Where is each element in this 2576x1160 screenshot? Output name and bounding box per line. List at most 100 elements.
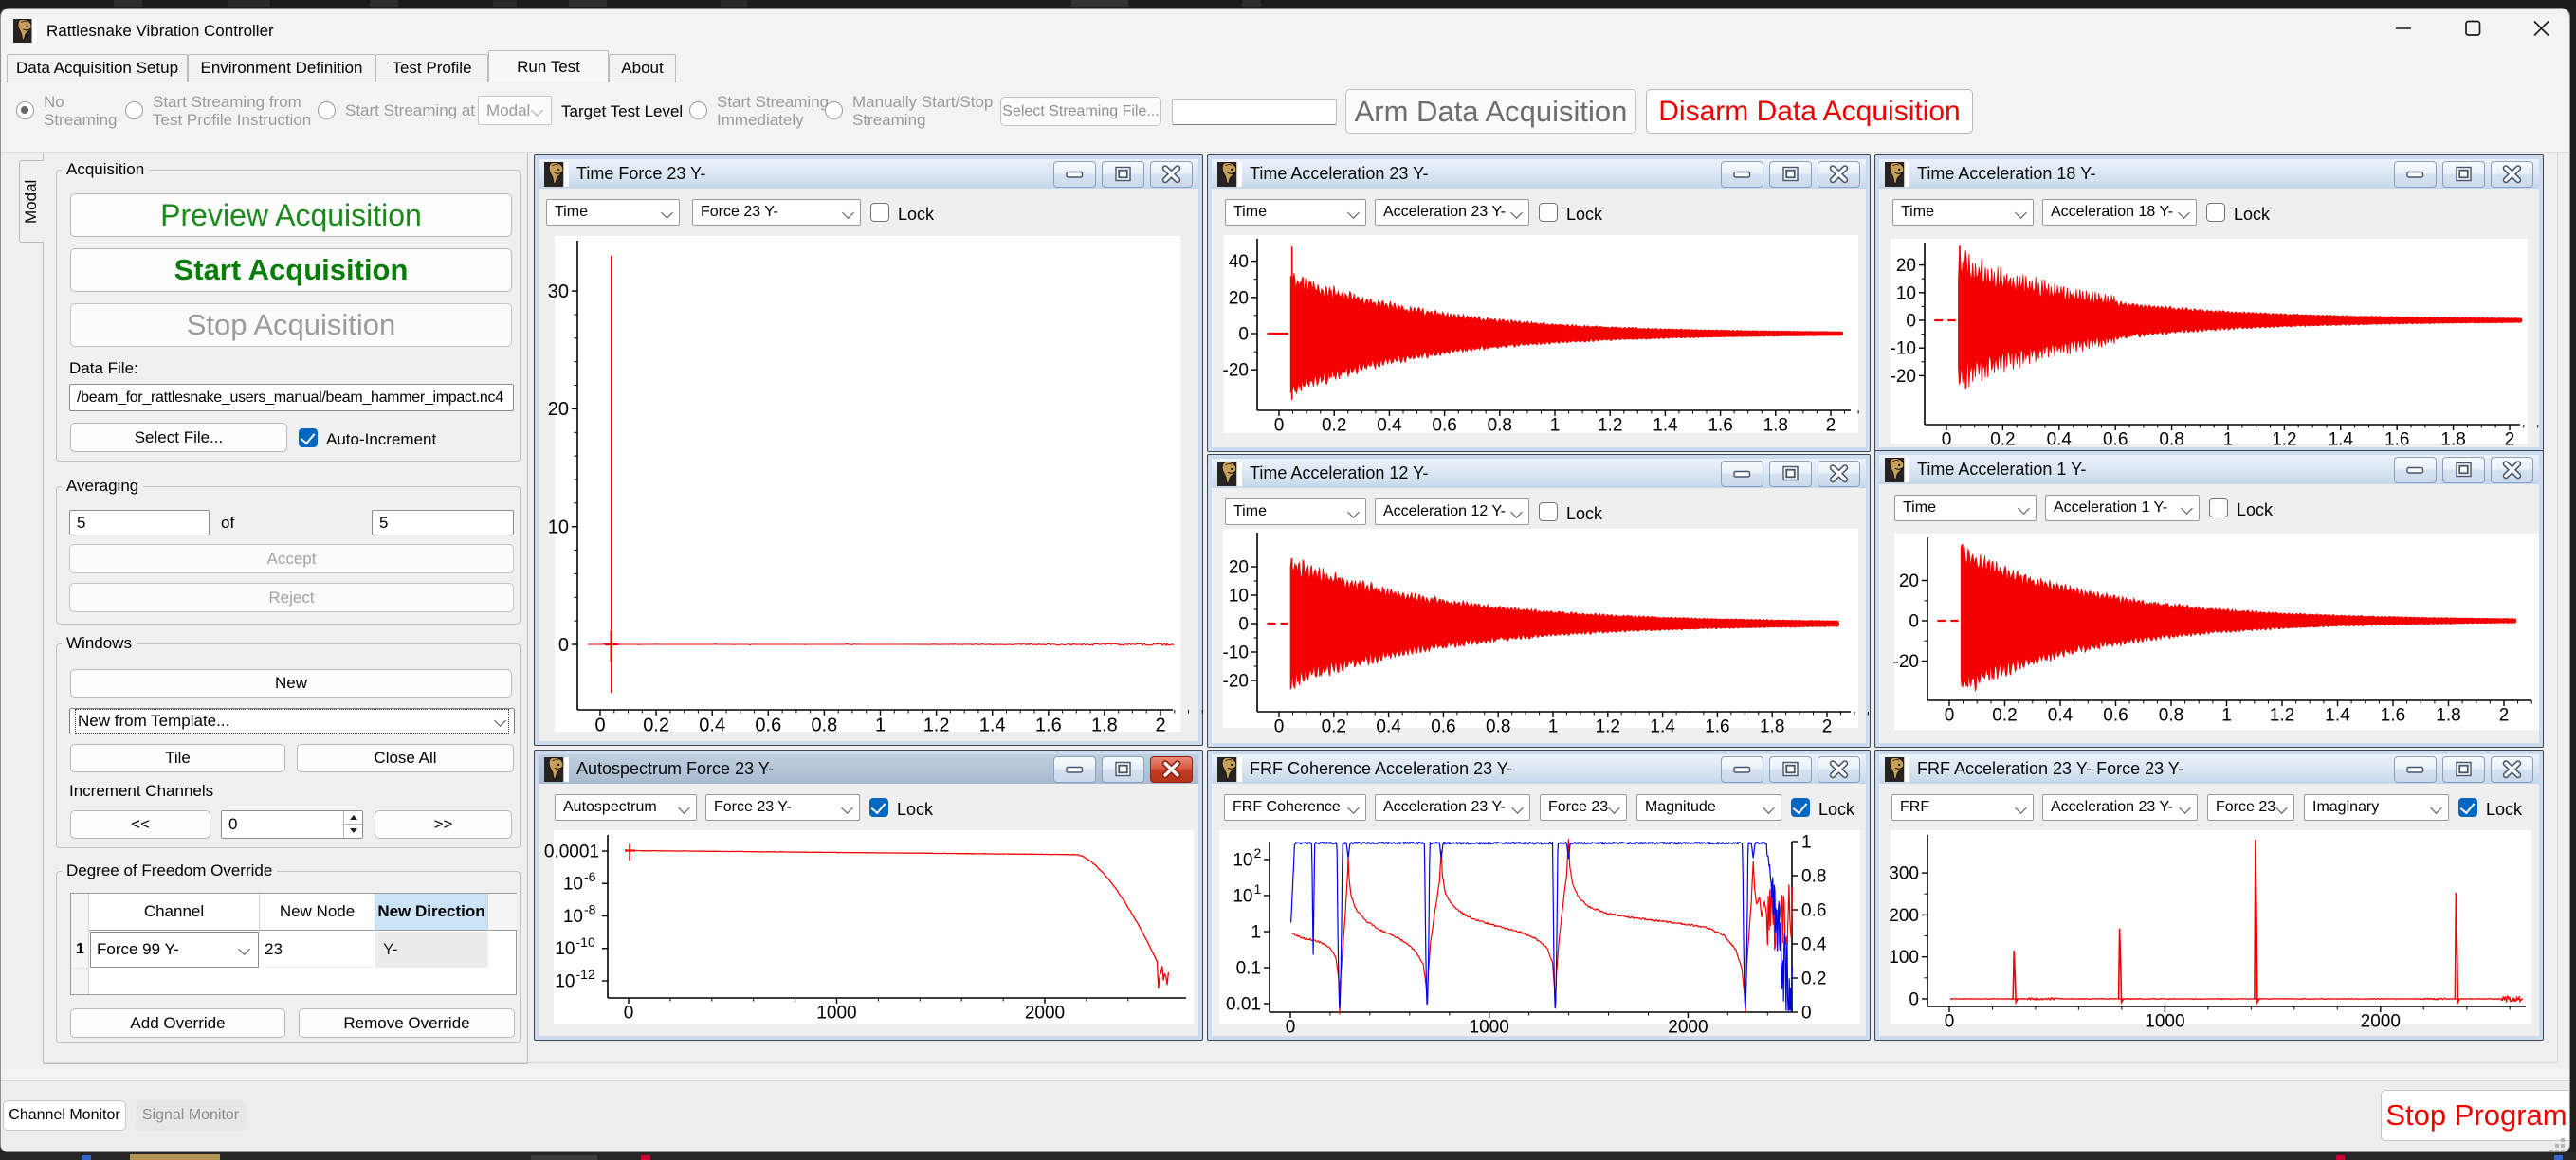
- svg-text:1: 1: [875, 715, 886, 735]
- svg-text:0: 0: [1238, 325, 1249, 345]
- svg-text:0.2: 0.2: [1990, 430, 2015, 450]
- svg-text:1: 1: [1801, 833, 1812, 853]
- svg-text:0: 0: [1909, 612, 1919, 632]
- svg-text:-8: -8: [584, 902, 596, 917]
- svg-text:20: 20: [548, 399, 569, 420]
- svg-text:0: 0: [1274, 717, 1285, 737]
- svg-text:1.2: 1.2: [1596, 717, 1620, 737]
- svg-text:0.2: 0.2: [643, 715, 669, 735]
- svg-text:1.4: 1.4: [2329, 430, 2354, 450]
- svg-text:1.8: 1.8: [1760, 717, 1784, 737]
- svg-text:0.4: 0.4: [699, 715, 725, 735]
- svg-text:0.4: 0.4: [2048, 706, 2074, 726]
- svg-text:2: 2: [1822, 717, 1833, 737]
- svg-text:10: 10: [1896, 283, 1916, 303]
- svg-text:2000: 2000: [1668, 1018, 1708, 1038]
- svg-text:0.8: 0.8: [2159, 430, 2183, 450]
- svg-text:1.4: 1.4: [2325, 706, 2350, 726]
- svg-text:1.4: 1.4: [1653, 416, 1678, 436]
- svg-text:0: 0: [558, 635, 569, 656]
- svg-text:10: 10: [555, 939, 575, 959]
- svg-text:1.2: 1.2: [1598, 416, 1622, 436]
- svg-text:200: 200: [1889, 906, 1919, 926]
- svg-text:2: 2: [1254, 845, 1262, 861]
- svg-text:1.4: 1.4: [1650, 717, 1675, 737]
- svg-text:0.2: 0.2: [1992, 706, 2017, 726]
- svg-text:0.6: 0.6: [1431, 717, 1455, 737]
- svg-text:0.6: 0.6: [755, 715, 781, 735]
- svg-text:10: 10: [563, 875, 583, 895]
- svg-text:1: 1: [1251, 923, 1261, 943]
- svg-text:0.6: 0.6: [2103, 706, 2128, 726]
- svg-text:2: 2: [2505, 430, 2515, 450]
- svg-text:0: 0: [1945, 706, 1955, 726]
- svg-text:-20: -20: [1223, 361, 1249, 381]
- svg-text:-10: -10: [1223, 643, 1249, 663]
- svg-text:1.6: 1.6: [1035, 715, 1062, 735]
- svg-text:1.2: 1.2: [2270, 706, 2294, 726]
- svg-text:0.0001: 0.0001: [544, 843, 599, 862]
- svg-text:0: 0: [1238, 615, 1249, 635]
- svg-text:30: 30: [548, 281, 569, 302]
- svg-text:0.8: 0.8: [2159, 706, 2183, 726]
- svg-text:0.4: 0.4: [1377, 416, 1402, 436]
- svg-text:0: 0: [594, 715, 605, 735]
- svg-text:1.8: 1.8: [2436, 706, 2460, 726]
- svg-text:1.8: 1.8: [2440, 430, 2465, 450]
- svg-text:0: 0: [1286, 1018, 1296, 1038]
- svg-text:0.8: 0.8: [1488, 416, 1512, 436]
- svg-text:1.2: 1.2: [2272, 430, 2296, 450]
- svg-text:2: 2: [1826, 416, 1836, 436]
- svg-text:1: 1: [1254, 881, 1262, 897]
- svg-text:0.2: 0.2: [1322, 416, 1346, 436]
- svg-text:40: 40: [1229, 252, 1249, 272]
- svg-text:1.8: 1.8: [1091, 715, 1118, 735]
- svg-text:-10: -10: [1891, 339, 1916, 359]
- svg-text:-20: -20: [1893, 652, 1919, 672]
- svg-text:20: 20: [1229, 558, 1249, 578]
- svg-text:20: 20: [1229, 288, 1249, 308]
- svg-text:1: 1: [2221, 706, 2232, 726]
- svg-text:10: 10: [548, 517, 569, 538]
- svg-text:1.6: 1.6: [1708, 416, 1732, 436]
- svg-text:1: 1: [2223, 430, 2234, 450]
- svg-text:0: 0: [1274, 416, 1285, 436]
- svg-text:0.8: 0.8: [1486, 717, 1510, 737]
- svg-text:300: 300: [1889, 864, 1919, 884]
- svg-text:0: 0: [1801, 1004, 1812, 1024]
- svg-text:0.8: 0.8: [1801, 867, 1826, 887]
- svg-text:1000: 1000: [816, 1004, 856, 1024]
- svg-text:1.8: 1.8: [1763, 416, 1788, 436]
- svg-text:-20: -20: [1223, 672, 1249, 692]
- svg-text:20: 20: [1899, 571, 1919, 591]
- svg-text:10: 10: [1233, 851, 1252, 871]
- svg-text:1.6: 1.6: [2384, 430, 2409, 450]
- svg-text:1.2: 1.2: [923, 715, 950, 735]
- svg-text:2: 2: [2499, 706, 2510, 726]
- svg-text:0.6: 0.6: [1432, 416, 1456, 436]
- svg-text:1: 1: [1550, 416, 1561, 436]
- svg-text:100: 100: [1889, 948, 1919, 968]
- svg-text:1000: 1000: [2145, 1012, 2184, 1032]
- svg-text:10: 10: [1229, 587, 1249, 607]
- svg-text:1.6: 1.6: [2381, 706, 2405, 726]
- svg-text:1: 1: [1548, 717, 1559, 737]
- svg-text:0: 0: [1945, 1012, 1955, 1032]
- svg-text:10: 10: [555, 972, 575, 992]
- svg-text:10: 10: [1233, 887, 1252, 907]
- svg-text:0: 0: [1942, 430, 1952, 450]
- svg-text:0.2: 0.2: [1322, 717, 1346, 737]
- svg-text:-10: -10: [576, 934, 595, 950]
- svg-text:0.01: 0.01: [1226, 995, 1261, 1015]
- svg-text:2000: 2000: [1025, 1004, 1065, 1024]
- svg-text:0: 0: [1909, 990, 1919, 1010]
- svg-text:0.8: 0.8: [811, 715, 837, 735]
- svg-text:1.4: 1.4: [979, 715, 1006, 735]
- svg-text:0.2: 0.2: [1801, 970, 1826, 989]
- svg-text:20: 20: [1896, 256, 1916, 276]
- svg-text:2000: 2000: [2361, 1012, 2401, 1032]
- svg-text:0.1: 0.1: [1236, 959, 1261, 979]
- svg-text:0: 0: [624, 1004, 634, 1024]
- svg-text:-6: -6: [584, 869, 596, 884]
- svg-text:1.6: 1.6: [1705, 717, 1729, 737]
